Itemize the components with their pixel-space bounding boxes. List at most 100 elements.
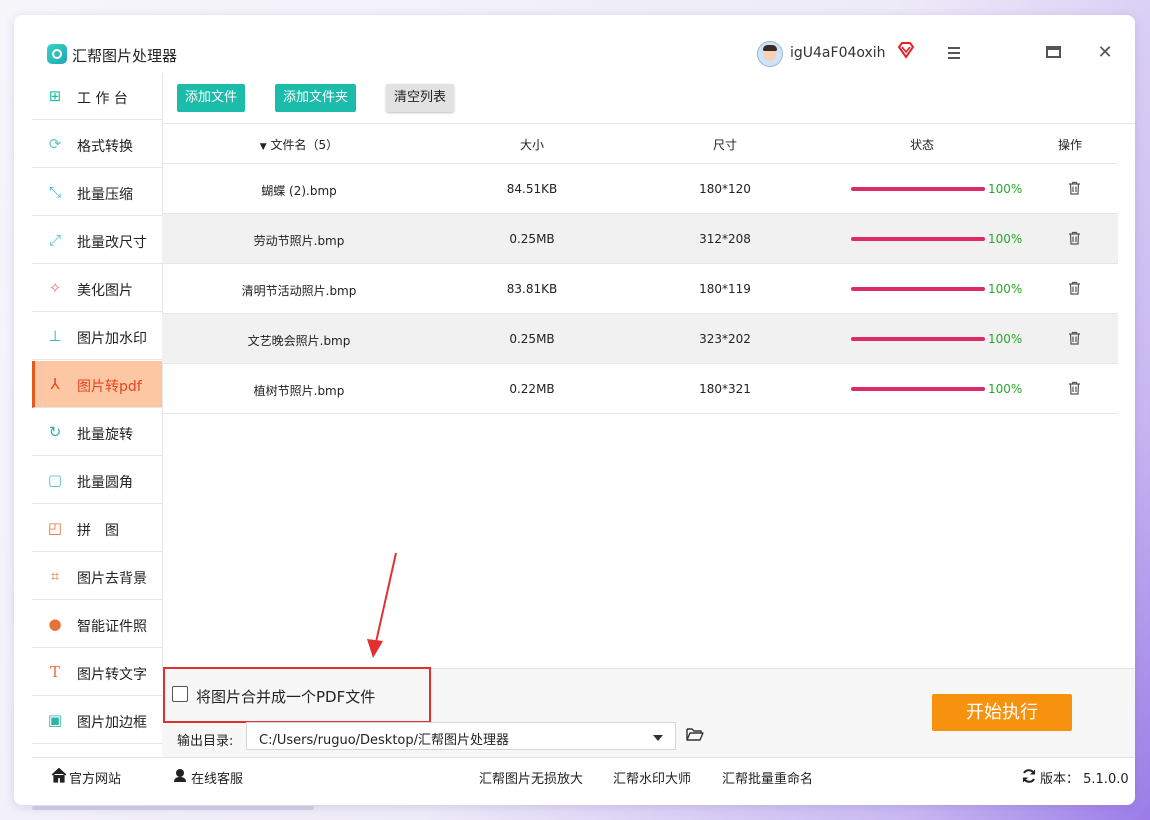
resize-icon: ⤢ — [48, 231, 61, 249]
progress-text: 100% — [988, 182, 1023, 196]
sidebar-item-label: 图片加水印 — [77, 331, 147, 347]
rotate-icon: ↻ — [48, 423, 62, 441]
close-icon[interactable]: ✕ — [1094, 43, 1116, 63]
footer: 官方网站 在线客服 汇帮图片无损放大 汇帮水印大师 汇帮批量重命名 版本： 5.… — [32, 757, 1135, 796]
sidebar-item-image-to-text[interactable]: T 图片转文字 — [32, 649, 162, 696]
online-support-link[interactable]: 在线客服 — [191, 768, 243, 787]
header-status: 状态 — [909, 138, 934, 152]
footer-link-upscale[interactable]: 汇帮图片无损放大 — [479, 768, 583, 787]
menu-icon[interactable] — [943, 43, 965, 63]
sidebar-item-label: 工 作 台 — [77, 91, 128, 107]
text-icon: T — [49, 663, 60, 681]
file-size: 0.22MB — [509, 382, 555, 396]
sidebar-item-collage[interactable]: ◰ 拼 图 — [32, 505, 162, 552]
table-row[interactable]: 蝴蝶 (2).bmp 84.51KB 180*120 100% — [162, 164, 1118, 214]
home-icon[interactable] — [51, 767, 67, 783]
footer-link-rename[interactable]: 汇帮批量重命名 — [722, 768, 813, 787]
progress-text: 100% — [988, 332, 1023, 346]
progress-bar — [851, 337, 985, 341]
file-dimension: 180*119 — [699, 282, 751, 296]
convert-icon: ⟳ — [48, 135, 62, 153]
header-size[interactable]: 大小 — [436, 136, 628, 153]
folder-open-icon[interactable] — [686, 727, 704, 742]
round-corner-icon: ▢ — [47, 471, 63, 489]
compress-icon: ⤡ — [48, 183, 61, 201]
sidebar-item-beautify[interactable]: ✧ 美化图片 — [32, 265, 162, 312]
sidebar-item-format-convert[interactable]: ⟳ 格式转换 — [32, 121, 162, 168]
progress-text: 100% — [988, 382, 1023, 396]
refresh-icon[interactable] — [1021, 768, 1037, 784]
beautify-icon: ✧ — [48, 279, 62, 297]
start-button[interactable]: 开始执行 — [932, 694, 1072, 731]
file-dimension: 180*120 — [699, 182, 751, 196]
header-dimension[interactable]: 尺寸 — [628, 136, 822, 153]
username[interactable]: igU4aF04oxih — [790, 45, 886, 61]
sidebar-item-image-to-pdf[interactable]: ⅄ 图片转pdf — [32, 361, 162, 408]
clear-list-button[interactable]: 清空列表 — [386, 84, 455, 112]
sidebar-item-workbench[interactable]: ⊞ 工 作 台 — [32, 73, 162, 120]
sidebar-item-id-photo[interactable]: ● 智能证件照 — [32, 601, 162, 648]
progress-bar — [851, 387, 985, 391]
pdf-icon: ⅄ — [50, 375, 60, 393]
sidebar-item-label: 图片转pdf — [77, 379, 142, 395]
sidebar-item-resize[interactable]: ⤢ 批量改尺寸 — [32, 217, 162, 264]
official-website-link[interactable]: 官方网站 — [69, 768, 121, 787]
file-dimension: 323*202 — [699, 332, 751, 346]
table-row[interactable]: 劳动节照片.bmp 0.25MB 312*208 100% — [162, 214, 1118, 264]
avatar[interactable] — [757, 41, 783, 67]
file-name: 文艺晚会照片.bmp — [247, 334, 351, 348]
sidebar-item-watermark[interactable]: ⊥ 图片加水印 — [32, 313, 162, 360]
merge-pdf-label[interactable]: 将图片合并成一个PDF文件 — [196, 686, 375, 707]
output-dir-value: C:/Users/ruguo/Desktop/汇帮图片处理器 — [259, 733, 510, 748]
app-window: 汇帮图片处理器 igU4aF04oxih ✕ ⊞ 工 作 台 ⟳ 格式转换 ⤡ … — [14, 15, 1135, 805]
header-name[interactable]: ▼ 文件名（5） — [162, 136, 436, 153]
app-title: 汇帮图片处理器 — [72, 47, 178, 65]
merge-pdf-checkbox[interactable] — [172, 686, 188, 702]
maximize-icon[interactable] — [1043, 43, 1065, 63]
annotation-arrow-icon — [367, 552, 397, 658]
add-folder-button[interactable]: 添加文件夹 — [275, 84, 357, 112]
table-row[interactable]: 植树节照片.bmp 0.22MB 180*321 100% — [162, 364, 1118, 414]
sidebar-item-label: 批量旋转 — [77, 427, 133, 443]
file-size: 0.25MB — [509, 232, 555, 246]
sidebar-item-label: 批量圆角 — [77, 475, 133, 491]
sidebar-item-rotate[interactable]: ↻ 批量旋转 — [32, 409, 162, 456]
output-dir-select[interactable]: C:/Users/ruguo/Desktop/汇帮图片处理器 — [246, 722, 676, 750]
sidebar-item-compress[interactable]: ⤡ 批量压缩 — [32, 169, 162, 216]
sidebar: ⊞ 工 作 台 ⟳ 格式转换 ⤡ 批量压缩 ⤢ 批量改尺寸 ✧ 美化图片 ⊥ 图… — [32, 73, 163, 757]
add-file-button[interactable]: 添加文件 — [177, 84, 246, 112]
trash-icon[interactable] — [1068, 381, 1081, 395]
sidebar-item-remove-bg[interactable]: ⌗ 图片去背景 — [32, 553, 162, 600]
file-size: 83.81KB — [506, 282, 558, 296]
sidebar-item-label: 拼 图 — [77, 523, 119, 539]
table-row[interactable]: 文艺晚会照片.bmp 0.25MB 323*202 100% — [162, 314, 1118, 364]
chevron-down-icon[interactable] — [653, 735, 663, 741]
sidebar-item-add-border[interactable]: ▣ 图片加边框 — [32, 697, 162, 744]
vip-diamond-icon[interactable] — [897, 41, 915, 59]
output-dir-label: 输出目录: — [177, 734, 234, 749]
person-icon: ● — [48, 615, 62, 633]
file-name: 植树节照片.bmp — [253, 384, 345, 398]
headset-icon[interactable] — [172, 767, 188, 783]
table-header: ▼ 文件名（5） 大小 尺寸 状态 操作 — [162, 123, 1118, 164]
title-bar: 汇帮图片处理器 igU4aF04oxih ✕ — [14, 15, 1135, 73]
sidebar-item-label: 图片去背景 — [77, 571, 147, 587]
file-name: 劳动节照片.bmp — [253, 234, 345, 248]
trash-icon[interactable] — [1068, 331, 1081, 345]
file-name: 蝴蝶 (2).bmp — [261, 184, 337, 198]
horizontal-scrollbar[interactable] — [32, 806, 314, 810]
progress-bar — [851, 187, 985, 191]
toolbar: 添加文件 添加文件夹 清空列表 — [162, 73, 1135, 124]
file-dimension: 180*321 — [699, 382, 751, 396]
sidebar-item-label: 批量压缩 — [77, 187, 133, 203]
watermark-icon: ⊥ — [48, 327, 62, 345]
app-logo-icon — [47, 44, 67, 64]
sidebar-item-round-corner[interactable]: ▢ 批量圆角 — [32, 457, 162, 504]
sidebar-item-label: 智能证件照 — [77, 619, 147, 635]
footer-link-watermark[interactable]: 汇帮水印大师 — [613, 768, 691, 787]
trash-icon[interactable] — [1068, 231, 1081, 245]
trash-icon[interactable] — [1068, 281, 1081, 295]
table-row[interactable]: 清明节活动照片.bmp 83.81KB 180*119 100% — [162, 264, 1118, 314]
trash-icon[interactable] — [1068, 181, 1081, 195]
sidebar-item-label: 图片加边框 — [77, 715, 147, 731]
